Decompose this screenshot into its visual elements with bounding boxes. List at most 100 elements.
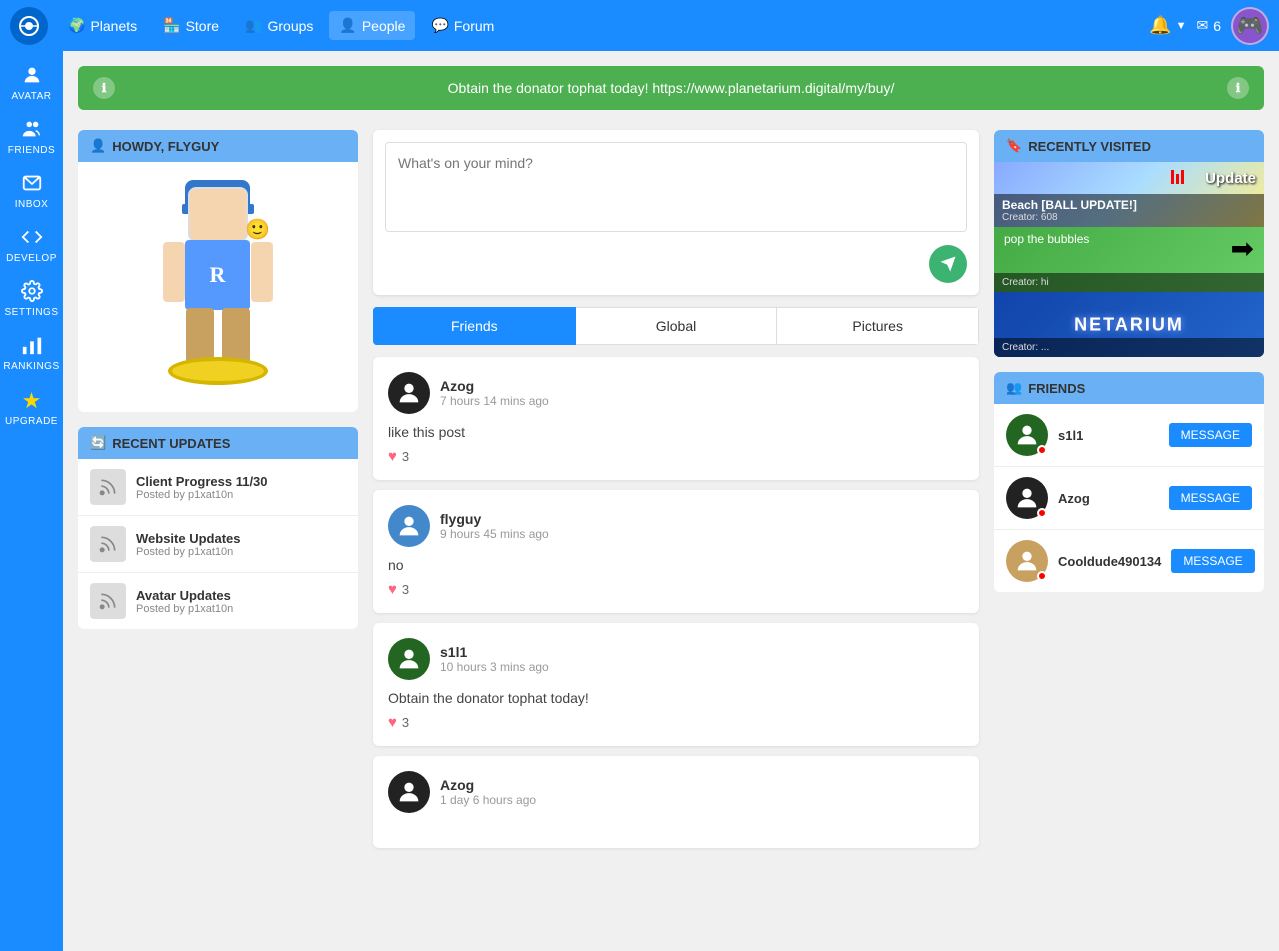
friend-avatar-2 xyxy=(1006,477,1048,519)
vis-netarium-text: NETARIUM xyxy=(1074,314,1184,335)
friend-message-btn-3[interactable]: MESSAGE xyxy=(1171,549,1254,573)
post-box xyxy=(373,130,979,295)
bell-caret: ▼ xyxy=(1176,20,1187,32)
heart-icon-1[interactable]: ♥ xyxy=(388,448,397,465)
upgrade-icon: ★ xyxy=(22,388,42,414)
message-icon: ✉ xyxy=(1196,17,1208,34)
feed-post-3: s1l1 10 hours 3 mins ago Obtain the dona… xyxy=(373,623,979,746)
friend-message-btn-1[interactable]: MESSAGE xyxy=(1169,423,1252,447)
friends-section-icon: 👥 xyxy=(1006,380,1022,396)
notifications-bell[interactable]: 🔔 ▼ xyxy=(1149,15,1186,36)
banner-icon-right: ℹ xyxy=(1227,77,1249,99)
heart-icon-3[interactable]: ♥ xyxy=(388,714,397,731)
howdy-body: 🙂 R xyxy=(78,162,358,412)
nav-groups[interactable]: 👥 Groups xyxy=(235,11,323,40)
recently-visited-card: 🔖 RECENTLY VISITED Update Beach [BALL UP… xyxy=(994,130,1264,357)
vis-title-text: pop the bubbles xyxy=(1004,232,1089,246)
feed-user-info-4: Azog 1 day 6 hours ago xyxy=(440,777,536,807)
nav-forum[interactable]: 💬 Forum xyxy=(421,11,504,40)
visited-item-3[interactable]: NETARIUM Creator: ... xyxy=(994,292,1264,357)
sidebar-item-rankings[interactable]: RANKINGS xyxy=(0,326,63,380)
friend-info-3: Cooldude490134 xyxy=(1058,554,1161,569)
nav-items: 🌍 Planets 🏪 Store 👥 Groups 👤 People 💬 Fo… xyxy=(58,11,1149,40)
feed-post-header-4: Azog 1 day 6 hours ago xyxy=(388,771,964,813)
heart-icon-2[interactable]: ♥ xyxy=(388,581,397,598)
main-content: ℹ Obtain the donator tophat today! https… xyxy=(63,51,1279,873)
left-column: 👤 HOWDY, FLYGUY 🙂 R xyxy=(78,130,358,858)
sidebar-item-upgrade[interactable]: ★ UPGRADE xyxy=(0,380,63,435)
feed-post-2: flyguy 9 hours 45 mins ago no ♥ 3 xyxy=(373,490,979,613)
feed-content-2: no xyxy=(388,557,964,573)
post-submit-button[interactable] xyxy=(929,245,967,283)
avatar-floatie xyxy=(168,357,268,385)
nav-right: 🔔 ▼ ✉ 6 🎮 xyxy=(1149,7,1269,45)
updates-icon: 🔄 xyxy=(90,435,106,451)
howdy-header: 👤 HOWDY, FLYGUY xyxy=(78,130,358,162)
visited-item-2[interactable]: ➡ pop the bubbles Creator: hi xyxy=(994,227,1264,292)
feed-avatar-2[interactable] xyxy=(388,505,430,547)
sidebar-item-inbox[interactable]: INBOX xyxy=(0,164,63,218)
nav-store[interactable]: 🏪 Store xyxy=(153,11,229,40)
messages-button[interactable]: ✉ 6 xyxy=(1196,17,1221,34)
feed-avatar-4[interactable] xyxy=(388,771,430,813)
online-dot-1 xyxy=(1037,445,1047,455)
update-item-1[interactable]: Client Progress 11/30 Posted by p1xat10n xyxy=(78,459,358,516)
feed-likes-1: ♥ 3 xyxy=(388,448,964,465)
sidebar-item-settings[interactable]: SETTINGS xyxy=(0,272,63,326)
visited-item-overlay-2: Creator: hi xyxy=(994,273,1264,292)
recent-updates-card: 🔄 RECENT UPDATES Client Progress 11/30 P… xyxy=(78,427,358,629)
avatar-left-leg xyxy=(186,308,214,363)
sidebar-item-friends[interactable]: FRIENDS xyxy=(0,110,63,164)
post-textarea[interactable] xyxy=(385,142,967,232)
user-avatar-top[interactable]: 🎮 xyxy=(1231,7,1269,45)
banner-icon-left: ℹ xyxy=(93,77,115,99)
nav-planets[interactable]: 🌍 Planets xyxy=(58,11,147,40)
develop-icon xyxy=(21,226,43,251)
rss-icon-3 xyxy=(90,583,126,619)
sidebar-item-avatar[interactable]: AVATAR xyxy=(0,56,63,110)
top-nav: 🌍 Planets 🏪 Store 👥 Groups 👤 People 💬 Fo… xyxy=(0,0,1279,51)
inbox-icon xyxy=(21,172,43,197)
feed-avatar-1[interactable] xyxy=(388,372,430,414)
promo-banner: ℹ Obtain the donator tophat today! https… xyxy=(78,66,1264,110)
person-icon: 👤 xyxy=(90,138,106,154)
avatar-figure: 🙂 R xyxy=(138,172,298,402)
friends-icon xyxy=(21,118,43,143)
feed-content-3: Obtain the donator tophat today! xyxy=(388,690,964,706)
bell-icon: 🔔 xyxy=(1149,15,1171,36)
feed-post-header-1: Azog 7 hours 14 mins ago xyxy=(388,372,964,414)
tab-friends[interactable]: Friends xyxy=(373,307,576,345)
friend-info-1: s1l1 xyxy=(1058,428,1159,443)
visited-item-1[interactable]: Update Beach [BALL UPDATE!] Creator: 608 xyxy=(994,162,1264,227)
friends-header: 👥 FRIENDS xyxy=(994,372,1264,404)
feed-avatar-3[interactable] xyxy=(388,638,430,680)
avatar-body-logo: R xyxy=(210,262,226,288)
nav-people[interactable]: 👤 People xyxy=(329,11,415,40)
feed-post-header-2: flyguy 9 hours 45 mins ago xyxy=(388,505,964,547)
right-column: 🔖 RECENTLY VISITED Update Beach [BALL UP… xyxy=(994,130,1264,858)
update-item-3[interactable]: Avatar Updates Posted by p1xat10n xyxy=(78,573,358,629)
middle-column: Friends Global Pictures Azog 7 hours 14 … xyxy=(373,130,979,858)
vis-update-label: Update xyxy=(1205,170,1256,187)
online-dot-3 xyxy=(1037,571,1047,581)
avatar-body: R xyxy=(185,240,250,310)
avatar-icon xyxy=(21,64,43,89)
friend-item-2: Azog MESSAGE xyxy=(994,467,1264,530)
feed-post-4: Azog 1 day 6 hours ago xyxy=(373,756,979,848)
update-text-2: Website Updates Posted by p1xat10n xyxy=(136,531,241,558)
rss-icon-2 xyxy=(90,526,126,562)
update-item-2[interactable]: Website Updates Posted by p1xat10n xyxy=(78,516,358,573)
friend-message-btn-2[interactable]: MESSAGE xyxy=(1169,486,1252,510)
feed-likes-2: ♥ 3 xyxy=(388,581,964,598)
sidebar-item-develop[interactable]: DEVELOP xyxy=(0,218,63,272)
tab-global[interactable]: Global xyxy=(576,307,778,345)
planet-icon: 🌍 xyxy=(68,17,85,34)
groups-icon: 👥 xyxy=(245,17,262,34)
recent-updates-header: 🔄 RECENT UPDATES xyxy=(78,427,358,459)
rankings-icon xyxy=(21,334,43,359)
avatar-left-arm xyxy=(163,242,185,302)
tab-pictures[interactable]: Pictures xyxy=(777,307,979,345)
logo[interactable] xyxy=(10,7,48,45)
banner-link[interactable]: https://www.planetarium.digital/my/buy/ xyxy=(652,80,894,96)
feed-post-header-3: s1l1 10 hours 3 mins ago xyxy=(388,638,964,680)
